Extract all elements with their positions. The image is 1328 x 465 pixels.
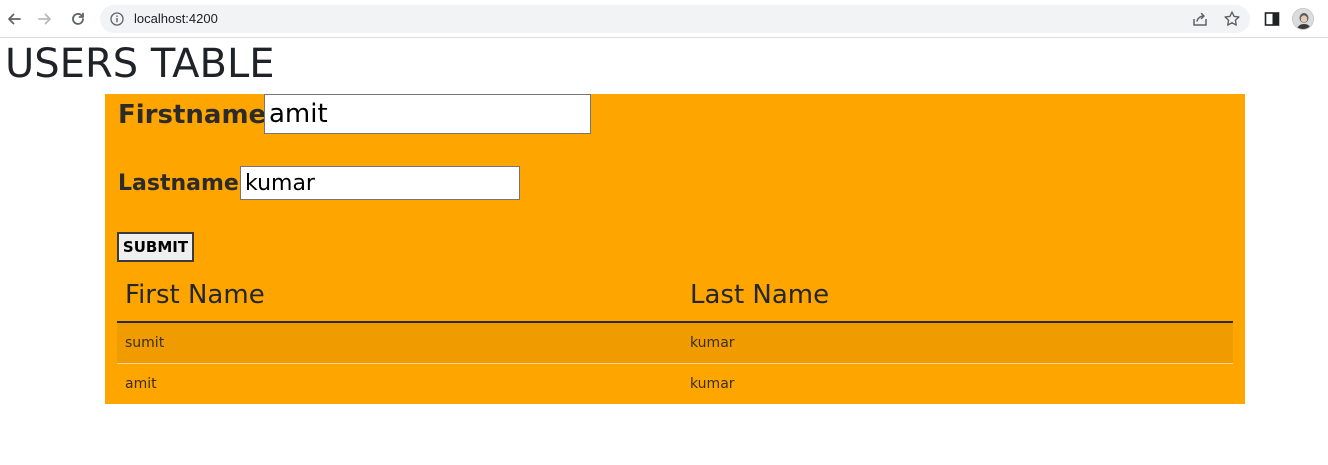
lastname-label: Lastname : [118,171,256,196]
side-panel-icon[interactable] [1263,10,1281,28]
users-panel: Firstname : Lastname : SUBMIT First Name… [105,94,1245,404]
cell-last-name: kumar [682,322,1233,364]
back-arrow-icon [8,13,21,25]
header-first-name: First Name [117,268,682,323]
reload-icon [72,12,84,25]
info-icon[interactable] [110,12,124,26]
profile-avatar[interactable] [1292,8,1314,30]
submit-button[interactable]: SUBMIT [117,232,194,262]
forward-arrow-icon [38,13,51,25]
table-row: amit kumar [117,363,1233,404]
table-header-row: First Name Last Name [117,268,1233,323]
bookmark-star-icon[interactable] [1223,10,1241,28]
cell-last-name: kumar [682,363,1233,404]
lastname-input[interactable] [240,166,520,200]
page-title: USERS TABLE [5,41,275,87]
header-last-name: Last Name [682,268,1233,323]
cell-first-name: amit [117,363,682,404]
url-text[interactable]: localhost:4200 [134,11,218,26]
reload-button[interactable] [66,7,90,31]
share-icon[interactable] [1191,10,1209,28]
table-row: sumit kumar [117,322,1233,364]
avatar-image [1293,9,1313,29]
users-table: First Name Last Name sumit kumar amit ku… [117,268,1233,404]
address-bar[interactable]: localhost:4200 [100,5,1250,33]
back-button[interactable] [2,7,26,31]
cell-first-name: sumit [117,322,682,364]
browser-toolbar: localhost:4200 [0,0,1328,38]
firstname-label: Firstname : [118,100,286,130]
firstname-input[interactable] [264,94,591,134]
forward-button[interactable] [33,7,57,31]
